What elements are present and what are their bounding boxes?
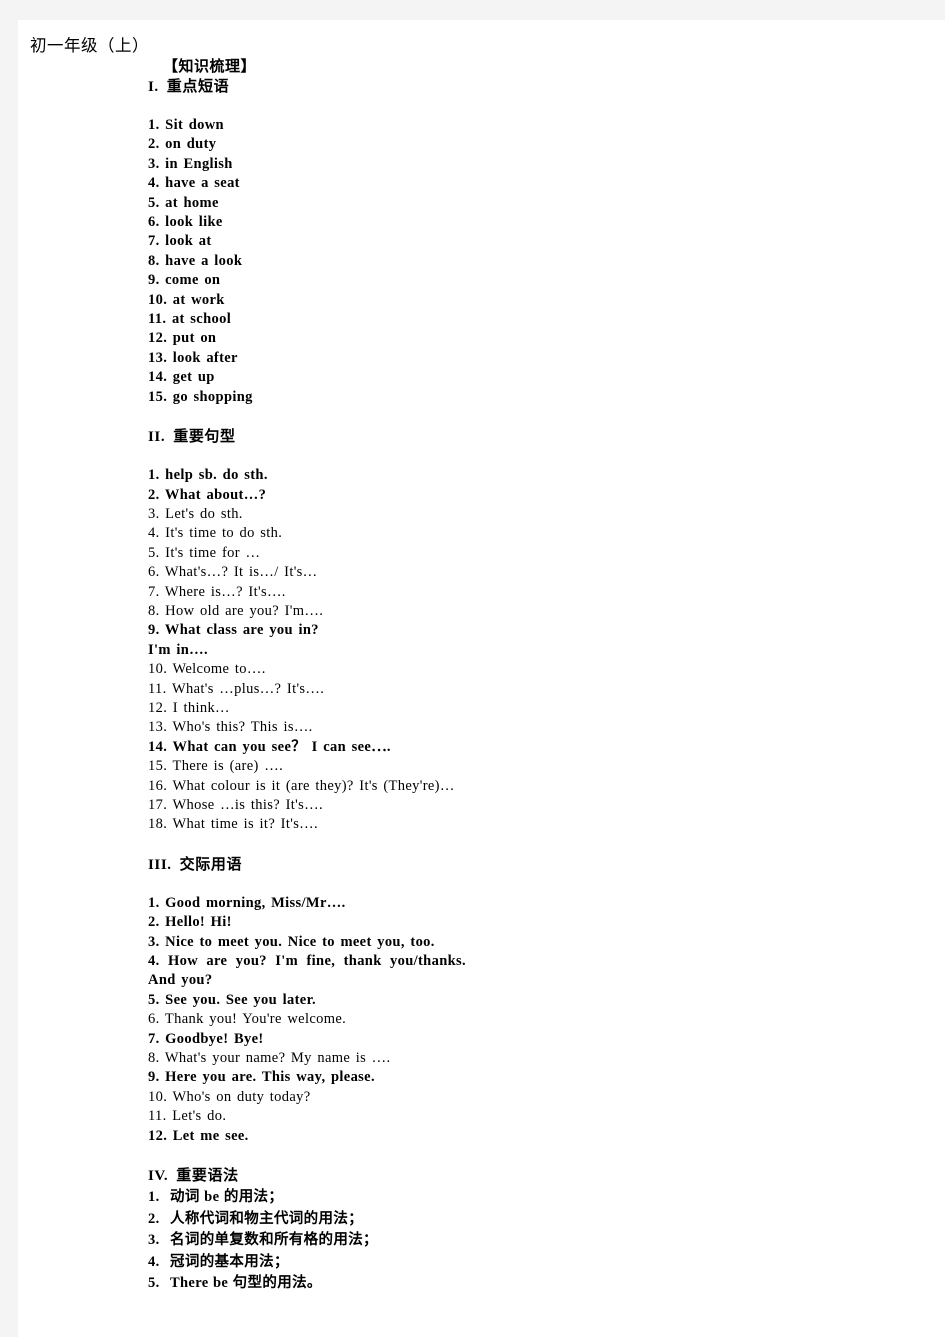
document-page: 初一年级（上） 【知识梳理】 I. 重点短语 1. Sit down 2. on d…: [0, 0, 945, 1337]
grammar-item-label: 名词的单复数和所有格的用法；: [170, 1232, 378, 1249]
list-item: 7. Where is…? It's….: [148, 583, 286, 600]
list-item: 5. See you. See you later.: [148, 991, 316, 1008]
list-item: 10. Welcome to….: [148, 661, 266, 678]
list-item: 7. Goodbye! Bye!: [148, 1030, 264, 1047]
list-item: 1. help sb. do sth.: [148, 467, 268, 484]
section-numeral-3: III.: [148, 856, 172, 873]
list-item: 2. What about…?: [148, 486, 267, 503]
list-item: 6. Thank you! You're welcome.: [148, 1011, 347, 1028]
document-content: 初一年级（上） 【知识梳理】 I. 重点短语 1. Sit down 2. on d…: [0, 0, 945, 1337]
list-item: 2. on duty: [148, 136, 217, 153]
section-title-2: 重要句型: [173, 429, 236, 446]
list-item: 1. Good morning, Miss/Mr….: [148, 894, 346, 911]
page-title: 初一年级（上）: [30, 36, 149, 55]
grammar-item: 2. 人称代词和物主代词的用法；: [148, 1209, 466, 1231]
list-item: 3. Let's do sth.: [148, 505, 243, 522]
list-item: 8. How old are you? I'm….: [148, 602, 324, 619]
list-item: 17. Whose …is this? It's….: [148, 797, 323, 813]
list-item: 6. What's…? It is…/ It's…: [148, 564, 318, 581]
list-item: 14. What can you see？ I can see⋯.: [148, 738, 391, 755]
grammar-item: 4. 冠词的基本用法；: [148, 1252, 466, 1274]
list-item: 13. Who's this? This is….: [148, 719, 313, 736]
list-item: 4. have a seat: [148, 175, 240, 192]
list-item: 9. What class are you in?: [148, 622, 319, 639]
sentence-pattern-list: 1. help sb. do sth. 2. What about…? 3. Let…: [148, 466, 466, 835]
grammar-item-label: 动词 be 的用法；: [170, 1189, 284, 1206]
section-title-1: 重点短语: [166, 79, 230, 95]
daily-expression-list: 1. Good morning, Miss/Mr…. 2. Hello! Hi! 3…: [148, 894, 466, 1146]
section-heading-2: II. 重要句型: [148, 427, 466, 447]
list-item: 4. How are you? I'm fine, thank you/than…: [148, 953, 466, 989]
section-numeral-1: I.: [148, 79, 159, 95]
grammar-item: 3. 名词的单复数和所有格的用法；: [148, 1230, 466, 1252]
grammar-item-label: 冠词的基本用法；: [170, 1253, 289, 1270]
list-item: 18. What time is it? It's….: [148, 816, 319, 833]
list-item: 15. There is (are) ….: [148, 758, 284, 775]
list-item: 5. It's time for …: [148, 544, 261, 561]
grammar-item-label: There be 句型的用法。: [170, 1275, 322, 1292]
list-item: 10. Who's on duty today?: [148, 1088, 311, 1105]
grammar-item-label: 人称代词和物主代词的用法；: [170, 1210, 364, 1227]
section-title-4: 重要语法: [176, 1168, 239, 1185]
section-heading-4: IV. 重要语法: [148, 1166, 466, 1186]
list-item: 8. What's your name? My name is ….: [148, 1050, 391, 1067]
grammar-item-number: 5.: [148, 1275, 160, 1292]
list-item: 5. at home: [148, 194, 219, 211]
section-numeral-4: IV.: [148, 1168, 169, 1185]
list-item: 11. at school: [148, 311, 232, 328]
section-numeral-2: II.: [148, 429, 166, 446]
phrase-list: 1. Sit down 2. on duty 3. in English 4. hav…: [148, 116, 466, 407]
grammar-item-number: 1.: [148, 1189, 160, 1206]
document-body: 【知识梳理】 I. 重点短语 1. Sit down 2. on duty 3. in…: [148, 57, 466, 1295]
grammar-item: 1. 动词 be 的用法；: [148, 1187, 466, 1209]
list-item: 8. have a look: [148, 252, 243, 269]
grammar-item-number: 2.: [148, 1210, 160, 1227]
list-item: 13. look after: [148, 349, 238, 366]
list-item: 12. Let me see.: [148, 1127, 249, 1144]
list-item: 11. What's …plus…? It's….: [148, 680, 325, 697]
list-item: 12. I think…: [148, 699, 230, 716]
grammar-list: 1. 动词 be 的用法； 2. 人称代词和物主代词的用法； 3. 名词的单复数和所有格的…: [148, 1187, 466, 1295]
list-item: 9. come on: [148, 272, 221, 289]
section-heading-1: I. 重点短语: [148, 77, 466, 97]
list-item: 14. get up: [148, 369, 215, 386]
list-item: 2. Hello! Hi!: [148, 914, 232, 931]
list-item: 10. at work: [148, 291, 225, 308]
list-item: 7. look at: [148, 233, 212, 250]
section-heading-3: III. 交际用语: [148, 855, 466, 875]
list-item: 1. Sit down: [148, 117, 224, 133]
grammar-item-number: 4.: [148, 1253, 160, 1270]
list-item: 3. Nice to meet you. Nice to meet you, t…: [148, 933, 435, 950]
list-item: I'm in….: [148, 641, 208, 658]
list-item: 9. Here you are. This way, please.: [148, 1069, 375, 1086]
list-item: 6. look like: [148, 214, 223, 231]
section-title-3: 交际用语: [179, 856, 243, 873]
list-item: 16. What colour is it (are they)? It's (…: [148, 777, 455, 794]
grammar-item-number: 3.: [148, 1232, 160, 1249]
knowledge-heading: 【知识梳理】: [163, 59, 257, 75]
list-item: 15. go shopping: [148, 388, 253, 405]
list-item: 12. put on: [148, 330, 217, 347]
list-item: 4. It's time to do sth.: [148, 525, 283, 542]
list-item: 11. Let's do.: [148, 1108, 227, 1125]
list-item: 3. in English: [148, 155, 233, 172]
grammar-item: 5. There be 句型的用法。: [148, 1273, 466, 1295]
